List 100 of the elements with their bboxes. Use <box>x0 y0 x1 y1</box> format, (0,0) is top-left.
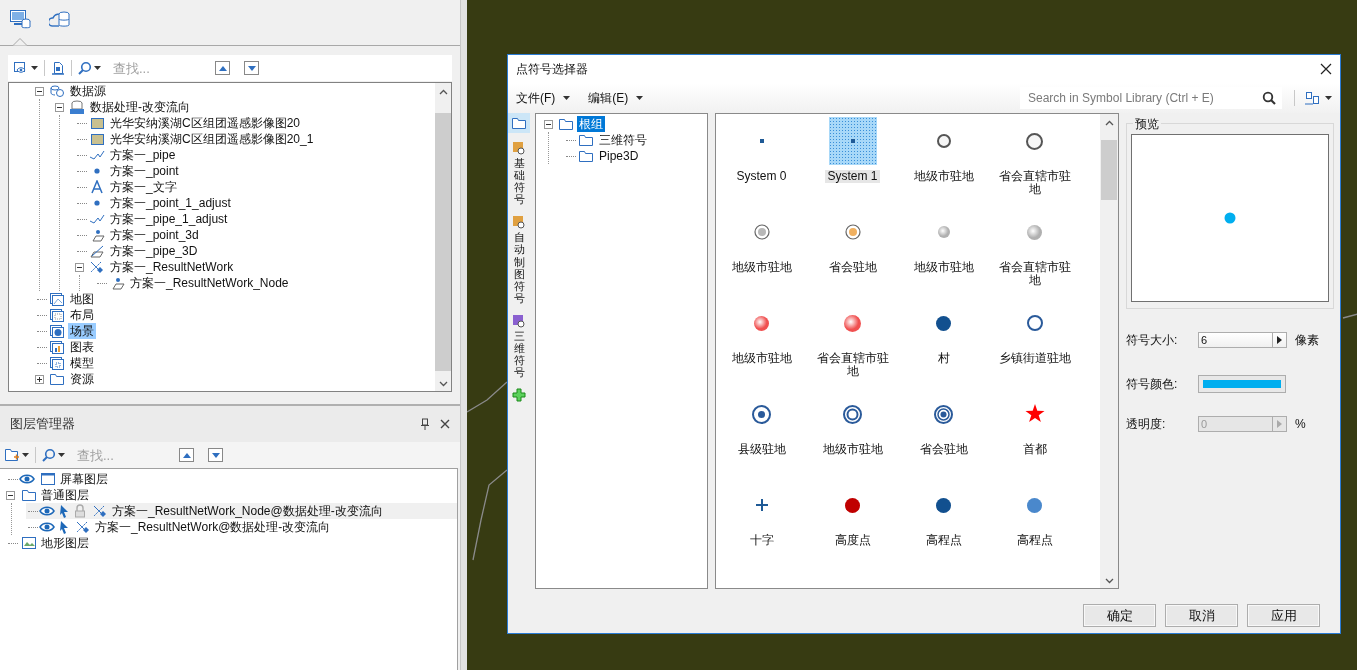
caret-icon[interactable] <box>1325 96 1332 100</box>
scrollbar[interactable] <box>435 83 451 391</box>
tree-item[interactable]: 光华安纳溪湖C区组团遥感影像图20 <box>108 115 302 131</box>
caret-icon[interactable] <box>94 66 101 70</box>
add-layer-button[interactable] <box>2 446 31 464</box>
tree-item[interactable]: 方案一_pipe_3D <box>108 243 200 259</box>
symbol-item[interactable]: System 0 <box>716 114 807 205</box>
expand-toggle[interactable] <box>35 374 44 384</box>
down-triangle-icon[interactable] <box>247 65 256 71</box>
scroll-down-icon[interactable] <box>438 381 448 387</box>
dialog-button[interactable]: 确定 <box>1083 604 1156 627</box>
tree-item[interactable]: 方案一_point_3d <box>108 227 201 243</box>
symbol-item[interactable]: 县级驻地 <box>716 387 807 478</box>
tree-item[interactable]: 根组 <box>577 116 605 132</box>
scroll-down-icon[interactable] <box>1104 578 1114 584</box>
color-picker[interactable] <box>1198 375 1286 393</box>
view-mode-button[interactable] <box>1305 91 1332 105</box>
tree-item[interactable]: 光华安纳溪湖C区组团遥感影像图20_1 <box>108 131 316 147</box>
search-field[interactable]: 查找... <box>75 446 165 464</box>
eye-icon[interactable] <box>39 505 55 517</box>
symbol-item[interactable]: 省会直辖市驻地 <box>989 114 1080 205</box>
library-tab[interactable]: 基础符号 <box>509 139 529 208</box>
symbol-item[interactable]: 省会直辖市驻地 <box>807 296 898 387</box>
pointer-icon[interactable] <box>58 520 70 534</box>
tree-item[interactable]: 地图 <box>68 291 96 307</box>
size-field[interactable]: 6 <box>1198 332 1287 348</box>
scroll-thumb[interactable] <box>1101 140 1117 200</box>
tree-item[interactable]: 数据源 <box>68 83 108 99</box>
symbol-item[interactable]: 村 <box>898 296 989 387</box>
search-button[interactable] <box>76 59 103 77</box>
symbol-item[interactable]: 地级市驻地 <box>898 205 989 296</box>
up-triangle-icon[interactable] <box>218 65 227 71</box>
add-icon[interactable] <box>512 388 526 403</box>
tree-item[interactable]: 资源 <box>68 371 96 387</box>
tree-item[interactable]: 三维符号 <box>597 132 649 148</box>
pin-icon[interactable] <box>420 418 430 430</box>
expand-toggle[interactable] <box>35 86 44 96</box>
move-up-button[interactable] <box>179 448 194 462</box>
tree-item[interactable]: 模型 <box>68 355 96 371</box>
menu-item[interactable]: 编辑(E) <box>588 89 644 107</box>
tree-item[interactable]: 数据处理-改变流向 <box>88 99 192 115</box>
symbol-item[interactable]: 地级市驻地 <box>716 205 807 296</box>
menu-item[interactable]: 文件(F) <box>516 89 571 107</box>
cloud-database-icon[interactable] <box>49 8 71 30</box>
symbol-item[interactable]: 地级市驻地 <box>807 387 898 478</box>
symbol-item[interactable]: 乡镇街道驻地 <box>989 296 1080 387</box>
tree-item[interactable]: 方案一_文字 <box>108 179 179 195</box>
caret-icon[interactable] <box>22 453 29 457</box>
scroll-thumb[interactable] <box>435 113 451 371</box>
close-icon[interactable] <box>1320 63 1332 75</box>
layer-row[interactable]: 方案一_ResultNetWork@数据处理-改变流向 <box>26 519 457 535</box>
down-triangle-icon[interactable] <box>211 452 220 458</box>
layer-row[interactable]: 普通图层 <box>6 487 457 503</box>
expand-toggle[interactable] <box>6 490 15 500</box>
layer-row[interactable]: 屏幕图层 <box>6 471 457 487</box>
tree-item[interactable]: 方案一_ResultNetWork <box>108 259 236 275</box>
tree-item[interactable]: 方案一_pipe <box>108 147 178 163</box>
symbol-item[interactable]: 首都 <box>989 387 1080 478</box>
caret-icon[interactable] <box>31 66 38 70</box>
view-mode-icon[interactable] <box>1305 91 1321 105</box>
search-icon[interactable] <box>1262 91 1276 105</box>
up-triangle-icon[interactable] <box>182 452 191 458</box>
close-icon[interactable] <box>440 419 450 429</box>
symbol-item[interactable]: 省会驻地 <box>807 205 898 296</box>
arrow-icon[interactable] <box>1277 336 1282 344</box>
symbol-item[interactable]: System 1 <box>807 114 898 205</box>
caret-icon[interactable] <box>58 453 65 457</box>
symbol-item[interactable]: 地级市驻地 <box>898 114 989 205</box>
tree-item[interactable]: 图表 <box>68 339 96 355</box>
tree-item[interactable]: 方案一_point <box>108 163 181 179</box>
symbol-item[interactable]: 十字 <box>716 478 807 569</box>
expand-toggle[interactable] <box>75 262 84 272</box>
tree-item[interactable]: Pipe3D <box>597 148 641 164</box>
workspace-tab[interactable] <box>8 8 32 46</box>
dialog-button[interactable]: 应用 <box>1247 604 1320 627</box>
tree-item[interactable]: 场景 <box>68 323 96 339</box>
symbol-item[interactable]: 高度点 <box>807 478 898 569</box>
search-button[interactable] <box>40 446 67 464</box>
search-field[interactable]: 查找... <box>111 59 201 77</box>
tree-item[interactable]: 方案一_point_1_adjust <box>108 195 233 211</box>
library-tab[interactable]: 自动制图符号 <box>509 213 529 306</box>
expand-toggle[interactable] <box>544 119 553 129</box>
tree-item[interactable]: 方案一_ResultNetWork_Node <box>128 275 291 291</box>
layer-row[interactable]: 地形图层 <box>6 535 457 551</box>
scroll-up-icon[interactable] <box>1104 120 1114 126</box>
eye-icon[interactable] <box>19 473 35 485</box>
search-field[interactable]: Search in Symbol Library (Ctrl + E) <box>1020 87 1282 109</box>
layer-row[interactable]: 方案一_ResultNetWork_Node@数据处理-改变流向 <box>26 503 457 519</box>
move-up-button[interactable] <box>215 61 230 75</box>
eye-icon[interactable] <box>39 521 55 533</box>
dialog-button[interactable]: 取消 <box>1165 604 1238 627</box>
add-folder-icon[interactable] <box>4 448 20 462</box>
tree-item[interactable]: 布局 <box>68 307 96 323</box>
move-down-button[interactable] <box>208 448 223 462</box>
symbol-item[interactable]: 高程点 <box>898 478 989 569</box>
monitor-database-icon[interactable] <box>9 8 31 30</box>
symbol-item[interactable]: 省会驻地 <box>898 387 989 478</box>
library-tab[interactable]: 三维符号 <box>509 311 529 381</box>
pointer-icon[interactable] <box>58 504 70 518</box>
symbol-item[interactable]: 地级市驻地 <box>716 296 807 387</box>
